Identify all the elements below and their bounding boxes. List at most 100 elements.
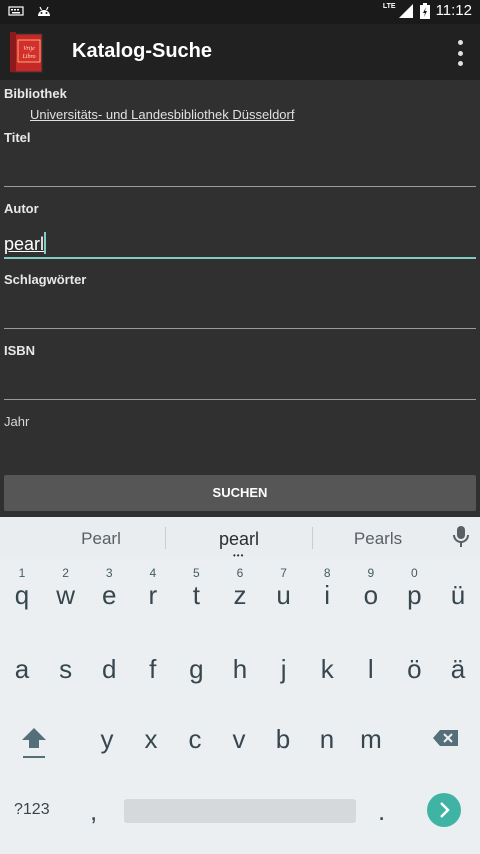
key-m[interactable]: m — [349, 706, 393, 762]
key-e[interactable]: 3e — [87, 562, 131, 618]
suggestion-1[interactable]: Pearl — [31, 529, 171, 549]
key-label: h — [232, 654, 248, 684]
key-k[interactable]: k — [305, 636, 349, 692]
period-key[interactable]: . — [378, 796, 385, 827]
signal-icon — [398, 3, 413, 18]
key-ö[interactable]: ö — [392, 636, 436, 692]
key-c[interactable]: c — [173, 706, 217, 762]
search-button[interactable]: SUCHEN — [4, 475, 476, 511]
title-field-underline — [4, 186, 476, 187]
key-v[interactable]: v — [217, 706, 261, 762]
author-label: Autor — [4, 201, 39, 216]
key-label: g — [189, 654, 204, 684]
key-label: m — [360, 724, 382, 754]
key-label: j — [280, 654, 287, 684]
key-label: r — [148, 580, 158, 610]
key-hint: 2 — [62, 566, 69, 580]
overflow-menu-icon[interactable] — [454, 40, 466, 66]
title-label: Titel — [4, 130, 31, 145]
key-d[interactable]: d — [87, 636, 131, 692]
key-o[interactable]: 9o — [349, 562, 393, 618]
key-i[interactable]: 8i — [305, 562, 349, 618]
key-label: v — [232, 724, 246, 754]
key-l[interactable]: l — [349, 636, 393, 692]
enter-key[interactable] — [427, 793, 461, 827]
key-y[interactable]: y — [85, 706, 129, 762]
key-label: c — [188, 724, 202, 754]
key-ü[interactable]: ü — [436, 562, 480, 618]
author-field-underline — [4, 257, 476, 259]
key-w[interactable]: 2w — [44, 562, 88, 618]
key-s[interactable]: s — [44, 636, 88, 692]
key-ä[interactable]: ä — [436, 636, 480, 692]
key-label: d — [101, 654, 117, 684]
key-label: p — [407, 580, 422, 610]
key-t[interactable]: 5t — [174, 562, 218, 618]
shift-icon[interactable] — [20, 726, 48, 760]
symbols-key[interactable]: ?123 — [14, 801, 50, 819]
key-label: w — [56, 580, 75, 610]
suggestion-strip: Pearl pearl Pearls ••• — [0, 517, 480, 560]
key-f[interactable]: f — [131, 636, 175, 692]
app-bar: Vrije Libro Katalog-Suche — [0, 24, 480, 80]
key-label: k — [320, 654, 334, 684]
page-title: Katalog-Suche — [72, 40, 213, 62]
library-label: Bibliothek — [4, 86, 67, 101]
suggestion-divider — [165, 527, 166, 549]
key-label: o — [363, 580, 379, 610]
android-icon — [38, 6, 50, 16]
suggestion-3[interactable]: Pearls — [308, 529, 448, 549]
key-a[interactable]: a — [0, 636, 44, 692]
key-hint: 9 — [367, 566, 375, 580]
keywords-label: Schlagwörter — [4, 272, 87, 287]
author-value: pearl — [4, 234, 45, 254]
key-b[interactable]: b — [261, 706, 305, 762]
key-label: u — [276, 580, 291, 610]
key-u[interactable]: 7u — [262, 562, 306, 618]
isbn-label: ISBN — [4, 343, 36, 358]
key-h[interactable]: h — [218, 636, 262, 692]
logo-text-2: Libro — [21, 54, 35, 60]
network-label: LTE — [382, 3, 396, 10]
key-label: b — [275, 724, 291, 754]
microphone-icon[interactable] — [452, 525, 470, 549]
library-link[interactable]: Universitäts- und Landesbibliothek Düsse… — [30, 107, 294, 122]
key-p[interactable]: 0p — [392, 562, 436, 618]
key-label: n — [319, 724, 335, 754]
status-bar: LTE 11:12 — [0, 0, 480, 24]
key-q[interactable]: 1q — [0, 562, 44, 618]
key-hint: 7 — [280, 566, 287, 580]
backspace-icon[interactable] — [432, 728, 460, 748]
isbn-field-underline — [4, 399, 476, 400]
suggestion-2[interactable]: pearl — [169, 529, 309, 550]
key-label: ä — [450, 654, 466, 684]
key-hint: 4 — [149, 566, 157, 580]
clock: 11:12 — [435, 2, 472, 19]
key-hint: 3 — [105, 566, 113, 580]
key-label: ö — [407, 654, 422, 684]
key-hint: 6 — [236, 566, 244, 580]
key-z[interactable]: 6z — [218, 562, 262, 618]
key-r[interactable]: 4r — [131, 562, 175, 618]
chevron-right-icon — [440, 802, 450, 818]
key-label: s — [59, 654, 73, 684]
comma-key[interactable]: , — [90, 796, 97, 827]
key-g[interactable]: g — [174, 636, 218, 692]
key-label: z — [233, 580, 247, 610]
space-key[interactable] — [124, 799, 356, 823]
author-field[interactable]: pearl — [4, 232, 47, 255]
key-j[interactable]: j — [262, 636, 306, 692]
key-x[interactable]: x — [129, 706, 173, 762]
key-label: x — [144, 724, 158, 754]
key-hint: 8 — [323, 566, 331, 580]
key-hint: 0 — [411, 566, 418, 580]
key-label: y — [100, 724, 114, 754]
year-label: Jahr — [4, 414, 30, 429]
key-label: ü — [450, 580, 466, 610]
keyboard-icon — [8, 6, 24, 16]
key-label: e — [101, 580, 117, 610]
more-suggestions-dots: ••• — [233, 551, 245, 560]
text-cursor — [44, 232, 47, 254]
logo-text: Vrije — [23, 46, 35, 52]
key-n[interactable]: n — [305, 706, 349, 762]
